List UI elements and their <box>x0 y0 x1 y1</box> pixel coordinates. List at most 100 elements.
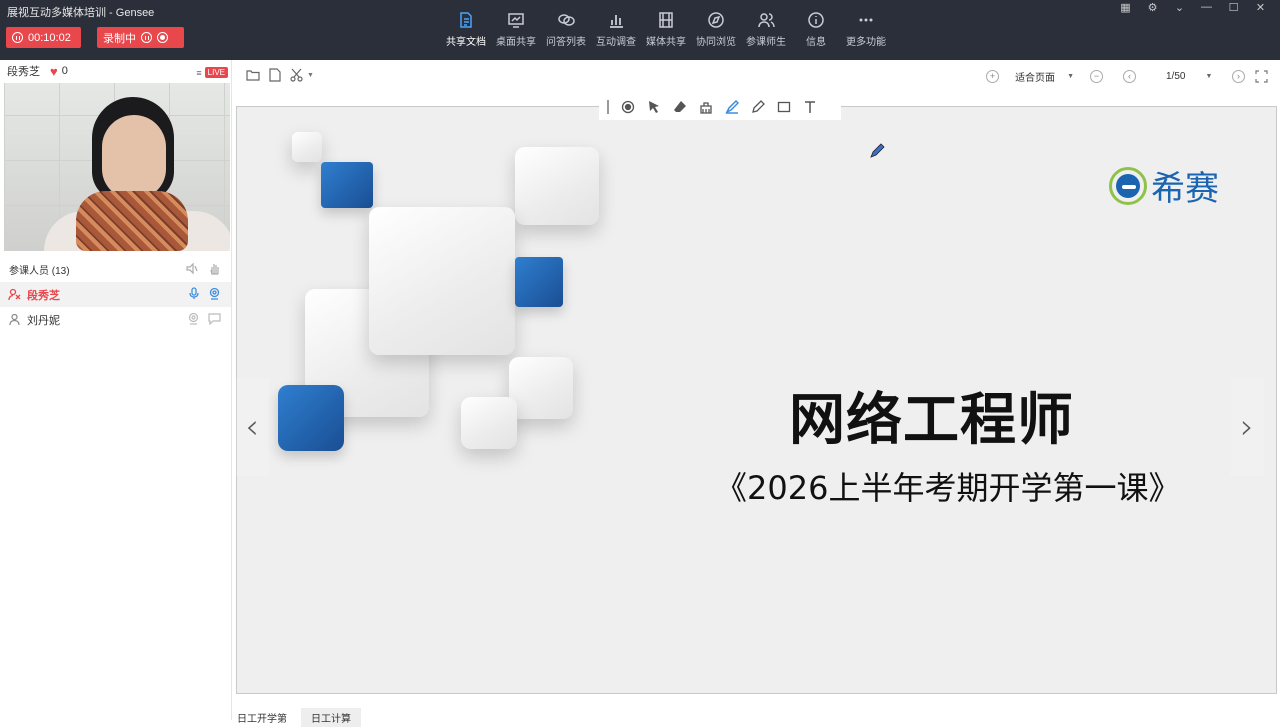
grid-icon[interactable]: ▦ <box>1112 0 1139 14</box>
nav-label: 更多功能 <box>846 37 886 48</box>
info-icon <box>808 12 824 28</box>
doc-tab[interactable]: 日工开学第 <box>233 708 291 727</box>
document-toolbar: ▼ + 适合页面 ▼ − ‹ 1/50 ▼ › <box>233 60 1280 92</box>
like-count: 0 <box>61 65 68 77</box>
zoom-out-icon[interactable]: − <box>1090 69 1103 83</box>
slide-subtitle: 《2026上半年考期开学第一课》 <box>715 469 1181 507</box>
next-page-icon[interactable]: › <box>1232 69 1245 83</box>
pen-cursor-icon <box>870 143 885 158</box>
prev-slide-button[interactable]: ‹ <box>235 378 269 476</box>
decor-tile <box>278 385 344 451</box>
pen-icon[interactable] <box>751 100 765 114</box>
chart-icon <box>610 15 623 28</box>
nav-more[interactable]: 更多功能 <box>841 0 891 60</box>
document-icon <box>460 12 472 28</box>
heart-icon[interactable]: ♥ <box>50 65 58 78</box>
participants-count: 参课人员 (13) <box>9 265 70 277</box>
chevron-down-icon: ▼ <box>1067 72 1074 80</box>
scissors-icon[interactable] <box>290 68 304 82</box>
document-stage: 希赛 网络工程师 《2026上半年考期开学第一课》 <box>233 92 1280 720</box>
recording-status-label: 录制中 <box>103 32 136 45</box>
drawing-toolbar <box>599 94 841 120</box>
maximize-icon[interactable]: ☐ <box>1220 0 1247 14</box>
nav-info[interactable]: 信息 <box>791 0 841 60</box>
chevron-right-icon: › <box>1240 407 1254 447</box>
document-tabs: 日工开学第 日工计算 <box>233 708 361 727</box>
collapse-icon[interactable]: ⌄ <box>1166 0 1193 14</box>
recording-status-button[interactable]: 录制中 <box>97 27 184 48</box>
more-icon <box>859 18 873 22</box>
nav-shared-doc[interactable]: 共享文档 <box>441 0 491 60</box>
pause-icon <box>12 32 23 43</box>
users-icon <box>758 13 775 28</box>
participant-row[interactable]: 刘丹妮 <box>0 307 231 332</box>
chevron-left-icon: ‹ <box>245 407 259 447</box>
recording-timer: 00:10:02 <box>6 27 81 48</box>
film-icon <box>659 12 673 28</box>
participant-name: 刘丹妮 <box>27 314 60 327</box>
timer-text: 00:10:02 <box>28 31 71 44</box>
nav-label: 共享文档 <box>446 37 486 48</box>
nav-label: 信息 <box>806 37 826 48</box>
nav-co-browse[interactable]: 协同浏览 <box>691 0 741 60</box>
document-toolbar-right: + 适合页面 ▼ − ‹ 1/50 ▼ › <box>976 68 1268 84</box>
nav-label: 参课师生 <box>746 37 786 48</box>
zoom-in-icon[interactable]: + <box>986 69 1000 83</box>
window-title: 展视互动多媒体培训 - Gensee <box>7 7 155 19</box>
rectangle-icon[interactable] <box>777 100 791 114</box>
desktop-icon <box>508 13 524 28</box>
top-bar: 展视互动多媒体培训 - Gensee 00:10:02 录制中 共享文档 桌面共… <box>0 0 1280 60</box>
doc-tab[interactable]: 日工计算 <box>301 708 361 727</box>
compass-icon <box>708 12 724 28</box>
close-icon[interactable]: ✕ <box>1247 0 1274 14</box>
nav-label: 协同浏览 <box>696 37 736 48</box>
next-slide-button[interactable]: › <box>1230 378 1264 476</box>
stop-record-icon[interactable] <box>157 32 168 43</box>
hand-icon[interactable] <box>208 262 221 275</box>
pause-record-icon[interactable] <box>141 32 152 43</box>
decor-tile <box>515 147 599 225</box>
left-panel: 段秀芝 ♥ 0 ≡ LIVE 参课人员 (13) 段秀芝 刘丹妮 <box>0 60 232 720</box>
microphone-icon[interactable] <box>188 287 200 300</box>
settings-icon[interactable]: ⚙ <box>1139 0 1166 14</box>
logo-mark-icon <box>1109 166 1147 205</box>
nav-media-share[interactable]: 媒体共享 <box>641 0 691 60</box>
fullscreen-icon[interactable] <box>1255 69 1268 83</box>
laser-pointer-icon[interactable] <box>621 100 635 114</box>
logo-text: 希赛 <box>1151 170 1219 208</box>
decor-tile <box>461 397 517 449</box>
camera-icon[interactable] <box>187 312 200 325</box>
chevron-down-icon: ▼ <box>1205 72 1213 80</box>
chat-icon[interactable] <box>208 312 221 325</box>
clear-icon[interactable] <box>699 100 713 114</box>
presenter-video[interactable] <box>4 83 230 251</box>
nav-qa-list[interactable]: 问答列表 <box>541 0 591 60</box>
minimize-icon[interactable]: — <box>1193 0 1220 14</box>
highlighter-icon[interactable] <box>725 100 739 114</box>
slide-canvas[interactable]: 希赛 网络工程师 《2026上半年考期开学第一课》 <box>236 106 1277 694</box>
mute-all-icon[interactable] <box>185 262 198 275</box>
signal-icon: ≡ <box>196 67 202 78</box>
qa-icon <box>558 14 575 26</box>
window-controls: ▦ ⚙ ⌄ — ☐ ✕ <box>1112 0 1274 14</box>
participant-row[interactable]: 段秀芝 <box>0 282 231 307</box>
prev-page-icon[interactable]: ‹ <box>1123 69 1136 83</box>
nav-participants[interactable]: 参课师生 <box>741 0 791 60</box>
eraser-icon[interactable] <box>673 100 687 114</box>
live-badge: LIVE <box>204 67 228 78</box>
nav-label: 互动调查 <box>596 37 636 48</box>
scissors-dropdown-icon[interactable]: ▼ <box>307 72 314 79</box>
new-document-icon[interactable] <box>269 68 281 82</box>
nav-survey[interactable]: 互动调查 <box>591 0 641 60</box>
camera-icon[interactable] <box>208 287 221 300</box>
slide-title: 网络工程师 <box>789 388 1074 453</box>
page-select[interactable]: 1/50 ▼ <box>1146 68 1222 84</box>
text-icon[interactable] <box>803 100 817 114</box>
open-folder-icon[interactable] <box>246 69 260 82</box>
cursor-icon[interactable] <box>647 100 661 114</box>
brand-logo: 希赛 <box>1109 161 1219 210</box>
zoom-mode-select[interactable]: 适合页面 ▼ <box>1009 68 1080 84</box>
document-toolbar-left: ▼ <box>246 68 314 82</box>
nav-desktop-share[interactable]: 桌面共享 <box>491 0 541 60</box>
toolbar-grip[interactable] <box>607 100 609 114</box>
